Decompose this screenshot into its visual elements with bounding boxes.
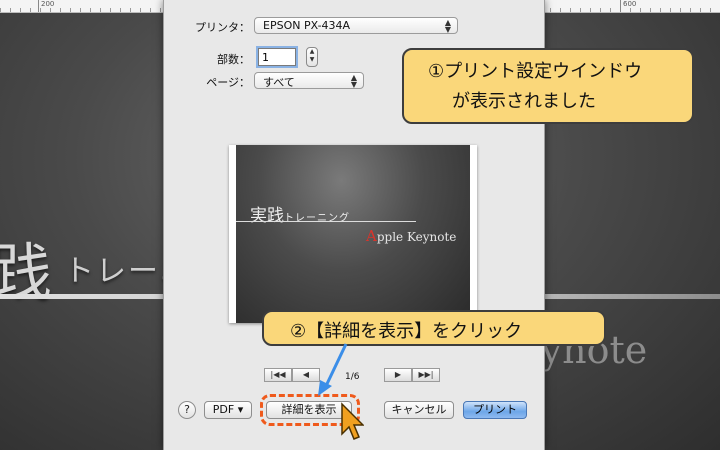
mouse-cursor-icon (341, 402, 364, 440)
pointer-arrow-icon (318, 343, 348, 396)
